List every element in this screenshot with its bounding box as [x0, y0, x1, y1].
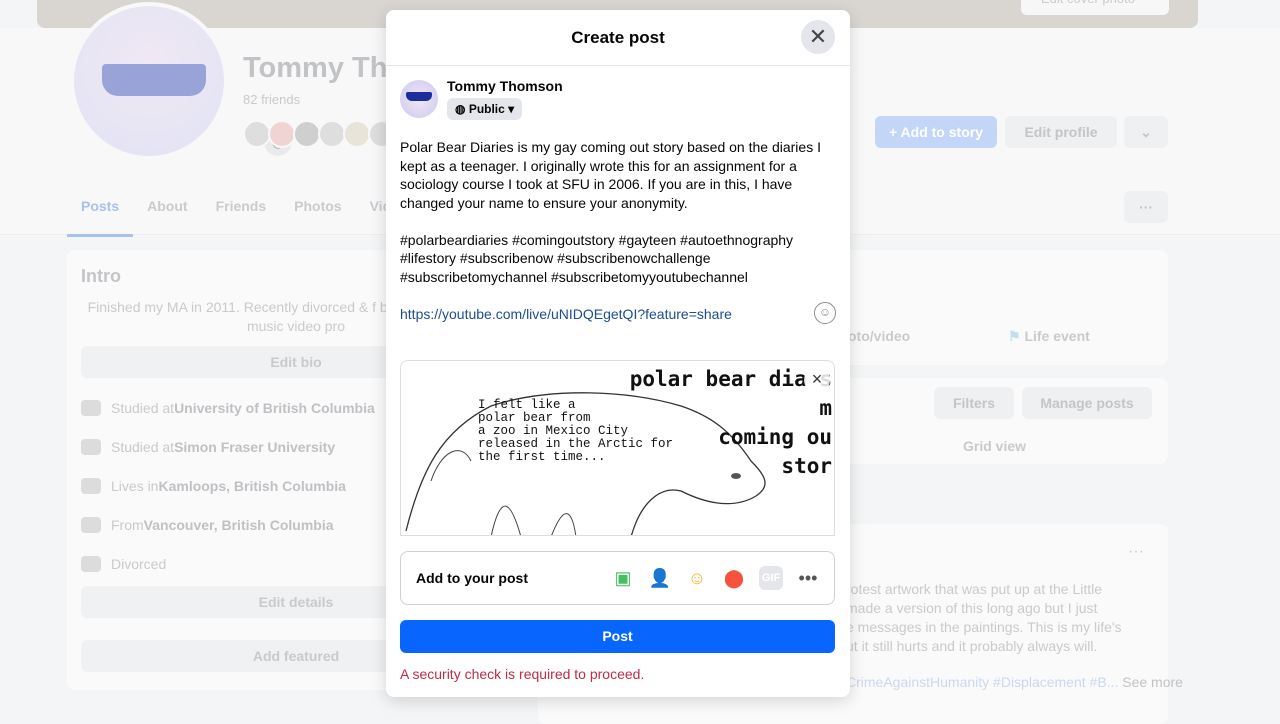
dialog-title: Create post: [386, 10, 850, 66]
tag-people-icon[interactable]: 👤: [648, 566, 672, 590]
feeling-icon[interactable]: ☺: [685, 566, 709, 590]
intro-item: Studied at Simon Fraser University: [81, 439, 335, 455]
life-event-button[interactable]: ⚑ Life event: [1008, 328, 1090, 345]
tab-friends[interactable]: Friends: [202, 190, 281, 237]
tab-posts[interactable]: Posts: [67, 190, 134, 237]
friend-avatar[interactable]: [243, 120, 271, 148]
chevron-down-icon[interactable]: ⌄: [1124, 116, 1168, 148]
friend-avatar[interactable]: [318, 120, 346, 148]
graduation-cap-icon: [81, 439, 101, 455]
user-name: Tommy Thomson: [447, 78, 563, 94]
friends-count[interactable]: 82 friends: [243, 92, 300, 107]
post-options-icon[interactable]: ···: [1128, 543, 1144, 561]
post-link[interactable]: https://youtube.com/live/uNIDQEgetQI?fea…: [400, 306, 732, 322]
photo-video-icon[interactable]: ▣: [611, 566, 635, 590]
intro-item: Lives in Kamloops, British Columbia: [81, 478, 346, 494]
intro-item: Studied at University of British Columbi…: [81, 400, 375, 416]
more-options-button[interactable]: ···: [1124, 191, 1168, 223]
globe-icon: ◍: [455, 102, 469, 116]
close-icon[interactable]: ✕: [801, 20, 835, 54]
remove-preview-icon[interactable]: ×: [804, 367, 830, 393]
manage-posts-button[interactable]: Manage posts: [1022, 387, 1152, 419]
grid-view-tab[interactable]: Grid view: [963, 438, 1026, 454]
edit-profile-button[interactable]: Edit profile: [1005, 116, 1117, 148]
audience-selector[interactable]: ◍ Public ▾: [447, 98, 523, 120]
post-text-input[interactable]: Polar Bear Diaries is my gay coming out …: [400, 138, 825, 323]
caret-down-icon: ▾: [504, 102, 515, 116]
intro-item: From Vancouver, British Columbia: [81, 517, 334, 533]
friend-avatar[interactable]: [343, 120, 371, 148]
location-pin-icon[interactable]: ⬤: [722, 566, 746, 590]
location-pin-icon: [81, 517, 101, 533]
profile-name: Tommy Th: [243, 52, 388, 84]
profile-picture[interactable]: ◉: [70, 2, 292, 160]
emoji-icon[interactable]: ☺: [814, 302, 836, 324]
post-hashtags: CrimeAgainstHumanity #Displacement #B...…: [846, 674, 1183, 690]
edit-cover-photo-button[interactable]: Edit cover photo: [1021, 0, 1169, 15]
more-icon[interactable]: •••: [796, 566, 820, 590]
tab-about[interactable]: About: [133, 190, 201, 237]
friend-avatar[interactable]: [268, 120, 296, 148]
add-to-post-label: Add to your post: [416, 570, 528, 586]
intro-title: Intro: [81, 266, 121, 286]
intro-item: Divorced: [81, 556, 166, 572]
add-to-story-button[interactable]: + Add to story: [875, 116, 997, 148]
flag-icon: ⚑: [1008, 328, 1025, 344]
add-to-post-bar: Add to your post ▣ 👤 ☺ ⬤ GIF •••: [400, 551, 835, 605]
profile-tabs: Posts About Friends Photos Vide: [67, 190, 413, 237]
photo-video-button[interactable]: oto/video: [848, 328, 910, 344]
home-icon: [81, 478, 101, 494]
post-text: rotest artwork that was put up at the Li…: [846, 581, 1122, 654]
link-preview-image: I felt like a polar bear from a zoo in M…: [400, 360, 835, 536]
heart-icon: [81, 556, 101, 572]
create-post-dialog: Create post ✕ Tommy Thomson ◍ Public ▾ P…: [386, 10, 850, 697]
post-button[interactable]: Post: [400, 620, 835, 653]
avatar: [400, 80, 438, 118]
security-check-error: A security check is required to proceed.: [400, 666, 645, 682]
tab-photos[interactable]: Photos: [280, 190, 355, 237]
see-more-link[interactable]: See more: [1122, 674, 1183, 690]
friend-avatar[interactable]: [293, 120, 321, 148]
gif-icon[interactable]: GIF: [759, 566, 783, 590]
preview-title: polar bear dia s m coming ou stor: [629, 367, 832, 478]
filters-button[interactable]: Filters: [934, 387, 1014, 419]
graduation-cap-icon: [81, 400, 101, 416]
